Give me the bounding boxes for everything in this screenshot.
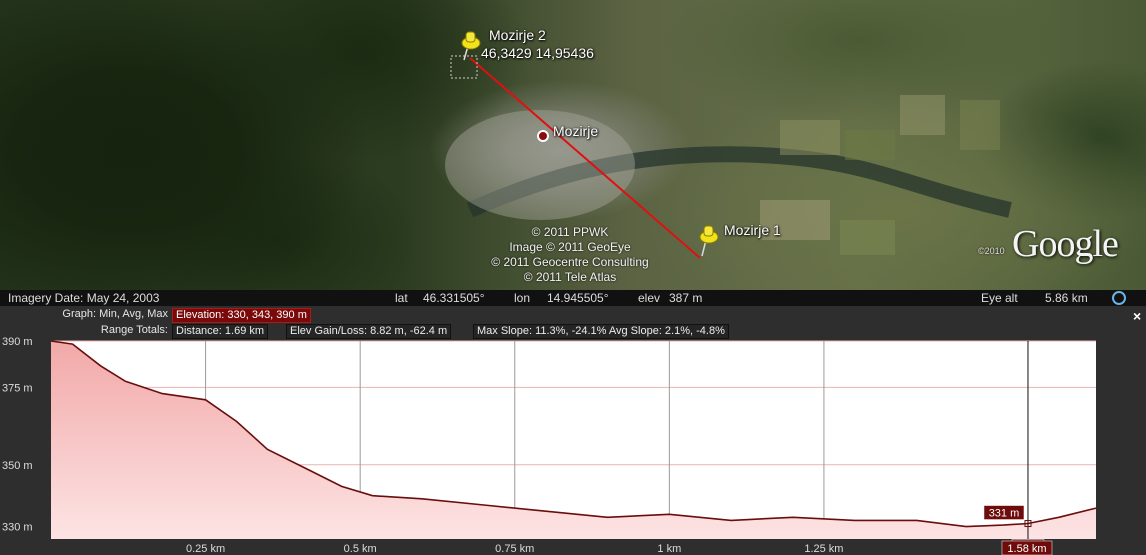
cursor-elevation-label: 331 m <box>989 508 1020 520</box>
elevation-chart[interactable]: 390 m 375 m 350 m 330 m 0.25 km 0.5 km 0.75 k… <box>0 0 1146 555</box>
y-tick-label: 390 m <box>2 336 33 348</box>
cursor-distance-label: 1.58 km <box>1007 543 1046 555</box>
y-tick-label: 350 m <box>2 460 33 472</box>
x-tick-label: 0.5 km <box>344 543 377 555</box>
x-tick-label: 1 km <box>657 543 681 555</box>
y-axis-ticks: 390 m 375 m 350 m 330 m <box>2 336 33 534</box>
x-axis-ticks: 0.25 km 0.5 km 0.75 km 1 km 1.25 km <box>186 543 843 555</box>
x-tick-label: 0.75 km <box>495 543 534 555</box>
x-tick-label: 0.25 km <box>186 543 225 555</box>
x-tick-label: 1.25 km <box>804 543 843 555</box>
y-tick-label: 330 m <box>2 522 33 534</box>
y-tick-label: 375 m <box>2 382 33 394</box>
